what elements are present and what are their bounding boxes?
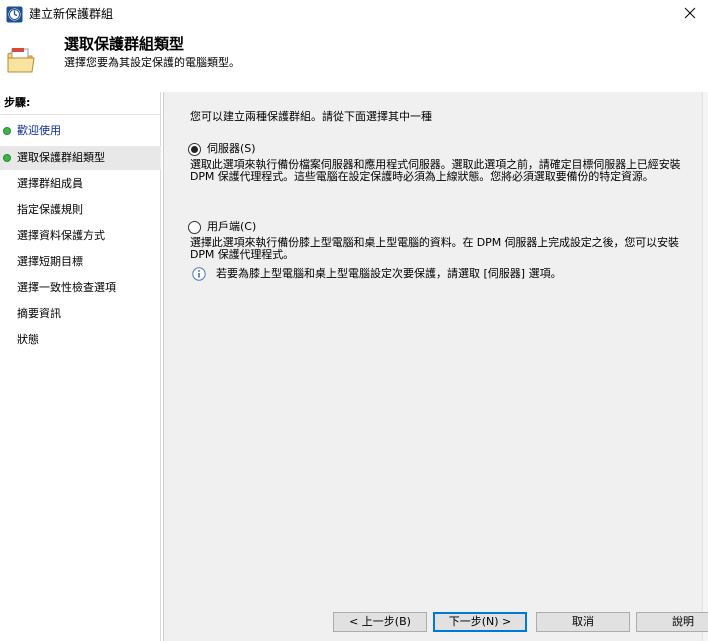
client-description: 選擇此選項來執行備份膝上型電腦和桌上型電腦的資料。在 DPM 伺服器上完成設定之…: [190, 236, 679, 261]
step-label: 選擇一致性檢查選項: [17, 281, 116, 294]
step-current-icon: [3, 154, 11, 162]
client-radio-label[interactable]: 用戶端(C): [207, 220, 256, 234]
cancel-button[interactable]: 取消: [536, 612, 630, 632]
page-title: 選取保護群組類型: [64, 35, 185, 53]
option-server[interactable]: 伺服器(S): [188, 142, 256, 156]
button-bar: < 上一步(B) 下一步(N) > 取消 說明: [163, 612, 708, 632]
step-label: 選擇短期目標: [17, 255, 83, 268]
server-radio[interactable]: [188, 142, 201, 156]
intro-text: 您可以建立兩種保護群組。請從下面選擇其中一種: [190, 110, 432, 123]
steps-heading: 步驟:: [4, 96, 31, 109]
window-title: 建立新保護群組: [29, 7, 114, 21]
step-short-term-goals: 選擇短期目標: [0, 250, 161, 274]
step-label: 指定保護規則: [17, 203, 83, 216]
close-button[interactable]: [672, 0, 708, 28]
info-note: 若要為膝上型電腦和桌上型電腦設定次要保護，請選取 [伺服器] 選項。: [192, 267, 562, 281]
title-bar: 建立新保護群組: [0, 0, 708, 30]
client-radio[interactable]: [188, 220, 201, 234]
option-client[interactable]: 用戶端(C): [188, 220, 256, 234]
step-done-icon: [3, 127, 11, 135]
step-select-group-type: 選取保護群組類型: [0, 146, 161, 170]
step-label: 摘要資訊: [17, 307, 61, 320]
next-button[interactable]: 下一步(N) >: [433, 612, 527, 632]
step-label: 歡迎使用: [17, 124, 61, 137]
step-summary: 摘要資訊: [0, 302, 161, 326]
back-button[interactable]: < 上一步(B): [333, 612, 427, 632]
step-label: 選擇群組成員: [17, 177, 83, 190]
steps-panel: 步驟: 歡迎使用 選取保護群組類型 選擇群組成員 指定保護規則 選擇資料保護方式…: [0, 92, 161, 641]
step-data-protection-method: 選擇資料保護方式: [0, 224, 161, 248]
step-label: 選擇資料保護方式: [17, 229, 105, 242]
panel-edge: [702, 92, 708, 641]
server-radio-label[interactable]: 伺服器(S): [207, 142, 256, 156]
step-status: 狀態: [0, 328, 161, 352]
step-label: 選取保護群組類型: [17, 151, 105, 164]
step-welcome[interactable]: 歡迎使用: [0, 119, 161, 143]
steps-divider: [0, 114, 161, 115]
wizard-header: 選取保護群組類型 選擇您要為其設定保護的電腦類型。: [0, 30, 708, 92]
info-icon: [192, 267, 206, 281]
dpm-clock-icon: [6, 6, 23, 23]
step-protection-rules: 指定保護規則: [0, 198, 161, 222]
step-consistency-check: 選擇一致性檢查選項: [0, 276, 161, 300]
page-subtitle: 選擇您要為其設定保護的電腦類型。: [64, 56, 240, 69]
info-text: 若要為膝上型電腦和桌上型電腦設定次要保護，請選取 [伺服器] 選項。: [216, 267, 562, 280]
main-content: 您可以建立兩種保護群組。請從下面選擇其中一種 伺服器(S) 選取此選項來執行備份…: [163, 92, 708, 641]
folder-icon: [6, 44, 36, 76]
step-select-members: 選擇群組成員: [0, 172, 161, 196]
close-icon: [684, 7, 696, 22]
help-button[interactable]: 說明: [636, 612, 708, 632]
step-label: 狀態: [17, 333, 39, 346]
server-description: 選取此選項來執行備份檔案伺服器和應用程式伺服器。選取此選項之前，請確定目標伺服器…: [190, 158, 681, 183]
